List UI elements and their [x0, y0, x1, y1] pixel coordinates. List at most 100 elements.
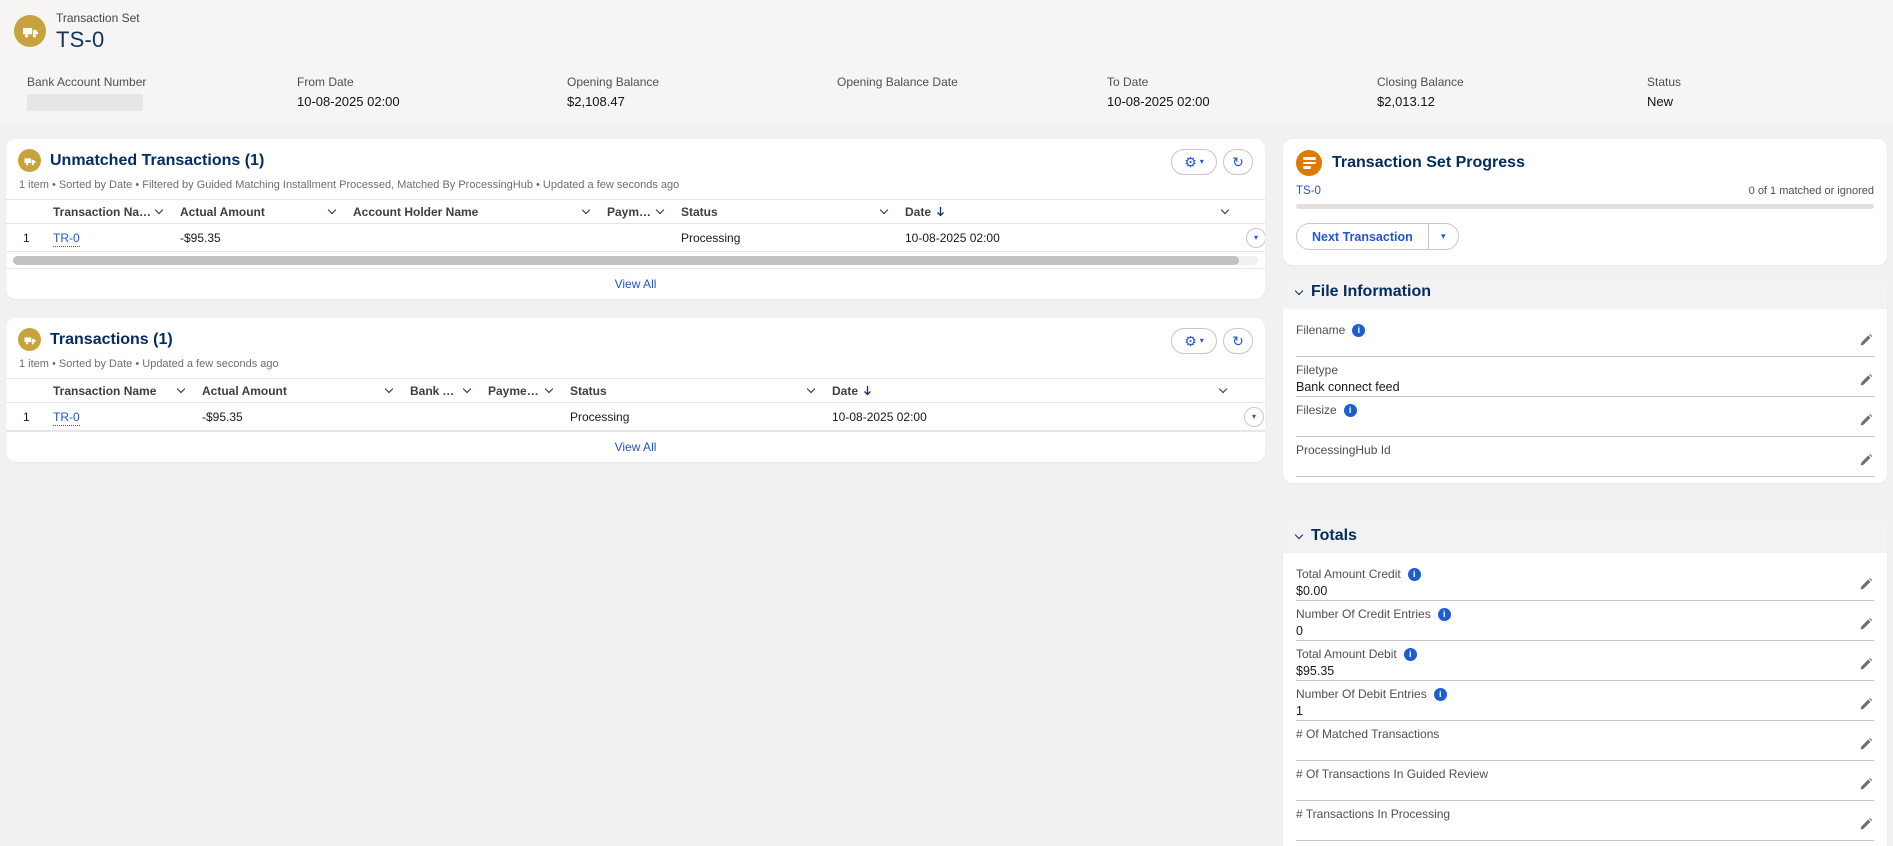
- info-icon[interactable]: i: [1404, 648, 1417, 661]
- transactions-card: Transactions (1) ⚙ ▾ ↻ 1 item • Sorted b…: [6, 318, 1265, 462]
- page-title: TS-0: [56, 27, 140, 53]
- field-opening-balance: Opening Balance $2,108.47: [567, 75, 837, 111]
- field-total-amount-credit: Total Amount Crediti $0.00: [1296, 561, 1874, 601]
- next-transaction-menu-button[interactable]: ▾: [1429, 224, 1458, 249]
- list-summary: 1 item • Sorted by Date • Updated a few …: [6, 356, 1265, 378]
- view-all-link[interactable]: View All: [615, 277, 657, 291]
- edit-pencil-icon[interactable]: [1859, 454, 1872, 472]
- column-actual-amount[interactable]: Actual Amount: [171, 200, 344, 224]
- edit-pencil-icon[interactable]: [1859, 334, 1872, 352]
- info-icon[interactable]: i: [1408, 568, 1421, 581]
- transactions-object-icon: [18, 328, 41, 351]
- edit-pencil-icon[interactable]: [1859, 698, 1872, 716]
- edit-pencil-icon[interactable]: [1859, 374, 1872, 392]
- field-to-date: To Date 10-08-2025 02:00: [1107, 75, 1377, 111]
- transaction-link[interactable]: TR-0: [53, 410, 80, 426]
- info-icon[interactable]: i: [1344, 404, 1357, 417]
- chevron-down-icon: [880, 206, 888, 214]
- chevron-down-icon: [177, 385, 185, 393]
- list-settings-button[interactable]: ⚙ ▾: [1171, 149, 1217, 175]
- scrollbar-thumb[interactable]: [13, 256, 1239, 265]
- row-number: 1: [6, 224, 44, 252]
- chevron-down-icon: [582, 206, 590, 214]
- field-closing-balance: Closing Balance $2,013.12: [1377, 75, 1647, 111]
- transactions-table: Transaction Name Actual Amount Bank Acco…: [6, 378, 1265, 431]
- table-row: 1 TR-0 -$95.35 Processing 10-08-2025 02:…: [6, 403, 1265, 431]
- info-icon[interactable]: i: [1434, 688, 1447, 701]
- row-number: 1: [6, 403, 44, 431]
- unmatched-transactions-title[interactable]: Unmatched Transactions (1): [50, 152, 264, 170]
- view-all-link[interactable]: View All: [615, 440, 657, 454]
- info-icon[interactable]: i: [1352, 324, 1365, 337]
- next-transaction-button[interactable]: Next Transaction: [1297, 224, 1429, 249]
- list-summary: 1 item • Sorted by Date • Filtered by Gu…: [6, 177, 1265, 199]
- edit-pencil-icon[interactable]: [1859, 818, 1872, 836]
- field-num-new-transactions: # Of New Transactions: [1296, 841, 1874, 846]
- edit-pencil-icon[interactable]: [1859, 414, 1872, 432]
- sort-desc-icon: [863, 385, 872, 396]
- edit-pencil-icon[interactable]: [1859, 578, 1872, 596]
- column-status[interactable]: Status: [561, 379, 823, 403]
- totals-header[interactable]: Totals: [1283, 518, 1887, 553]
- record-link[interactable]: TS-0: [1296, 185, 1321, 197]
- truck-icon: [21, 22, 40, 41]
- edit-pencil-icon[interactable]: [1859, 738, 1872, 756]
- file-information-header[interactable]: File Information: [1283, 274, 1887, 309]
- edit-pencil-icon[interactable]: [1859, 778, 1872, 796]
- column-transaction-name[interactable]: Transaction Name: [44, 379, 193, 403]
- edit-pencil-icon[interactable]: [1859, 658, 1872, 676]
- field-number-of-credit-entries: Number Of Credit Entriesi 0: [1296, 601, 1874, 641]
- cell-date: 10-08-2025 02:00: [823, 403, 1235, 431]
- field-processinghub-id: ProcessingHub Id: [1296, 437, 1874, 477]
- chevron-down-icon: [1295, 286, 1303, 294]
- section-title: File Information: [1311, 283, 1431, 301]
- column-actions: [1235, 379, 1265, 403]
- column-status[interactable]: Status: [672, 200, 896, 224]
- chevron-down-icon: [328, 206, 336, 214]
- table-row: 1 TR-0 -$95.35 Processing 10-08-2025 02:…: [6, 224, 1265, 252]
- transactions-title[interactable]: Transactions (1): [50, 331, 173, 349]
- column-payment-r[interactable]: Payment R...: [598, 200, 672, 224]
- column-payment-r[interactable]: Payment R...: [479, 379, 561, 403]
- column-row-number: [6, 200, 44, 224]
- column-date[interactable]: Date: [896, 200, 1237, 224]
- cell-account-holder: [344, 224, 598, 252]
- chevron-down-icon: ▾: [1200, 158, 1204, 166]
- transaction-link[interactable]: TR-0: [53, 231, 80, 247]
- chevron-down-icon: [385, 385, 393, 393]
- chevron-down-icon: [463, 385, 471, 393]
- column-row-number: [6, 379, 44, 403]
- matched-status-text: 0 of 1 matched or ignored: [1749, 185, 1874, 197]
- edit-pencil-icon[interactable]: [1859, 618, 1872, 636]
- column-date[interactable]: Date: [823, 379, 1235, 403]
- info-icon[interactable]: i: [1438, 608, 1451, 621]
- object-label: Transaction Set: [56, 11, 140, 25]
- column-bank-acco[interactable]: Bank Acco...: [401, 379, 479, 403]
- field-number-of-debit-entries: Number Of Debit Entriesi 1: [1296, 681, 1874, 721]
- transaction-set-object-icon: [14, 15, 46, 47]
- column-account-holder-name[interactable]: Account Holder Name: [344, 200, 598, 224]
- field-bank-account-number: Bank Account Number: [27, 75, 297, 111]
- truck-icon: [23, 333, 37, 347]
- chevron-down-icon: ▾: [1252, 413, 1256, 421]
- row-actions-button[interactable]: ▾: [1246, 228, 1265, 248]
- gear-icon: ⚙: [1184, 155, 1197, 169]
- progress-card-title: Transaction Set Progress: [1332, 154, 1525, 172]
- column-transaction-name[interactable]: Transaction Name: [44, 200, 171, 224]
- totals-section: Totals Total Amount Crediti $0.00 Number…: [1283, 518, 1887, 846]
- unmatched-transactions-table: Transaction Name Actual Amount Account H…: [6, 199, 1265, 252]
- transaction-set-progress-card: Transaction Set Progress TS-0 0 of 1 mat…: [1283, 139, 1887, 265]
- row-actions-button[interactable]: ▾: [1244, 407, 1264, 427]
- refresh-icon: ↻: [1232, 155, 1244, 169]
- list-settings-button[interactable]: ⚙ ▾: [1171, 328, 1217, 354]
- progress-icon: [1296, 150, 1322, 176]
- chevron-down-icon: [1219, 385, 1227, 393]
- field-opening-balance-date: Opening Balance Date: [837, 75, 1107, 111]
- file-information-section: File Information Filenamei Filetype Bank…: [1283, 274, 1887, 483]
- refresh-button[interactable]: ↻: [1223, 328, 1253, 354]
- field-filesize: Filesizei: [1296, 397, 1874, 437]
- gear-icon: ⚙: [1184, 334, 1197, 348]
- truck-icon: [23, 154, 37, 168]
- refresh-button[interactable]: ↻: [1223, 149, 1253, 175]
- column-actual-amount[interactable]: Actual Amount: [193, 379, 401, 403]
